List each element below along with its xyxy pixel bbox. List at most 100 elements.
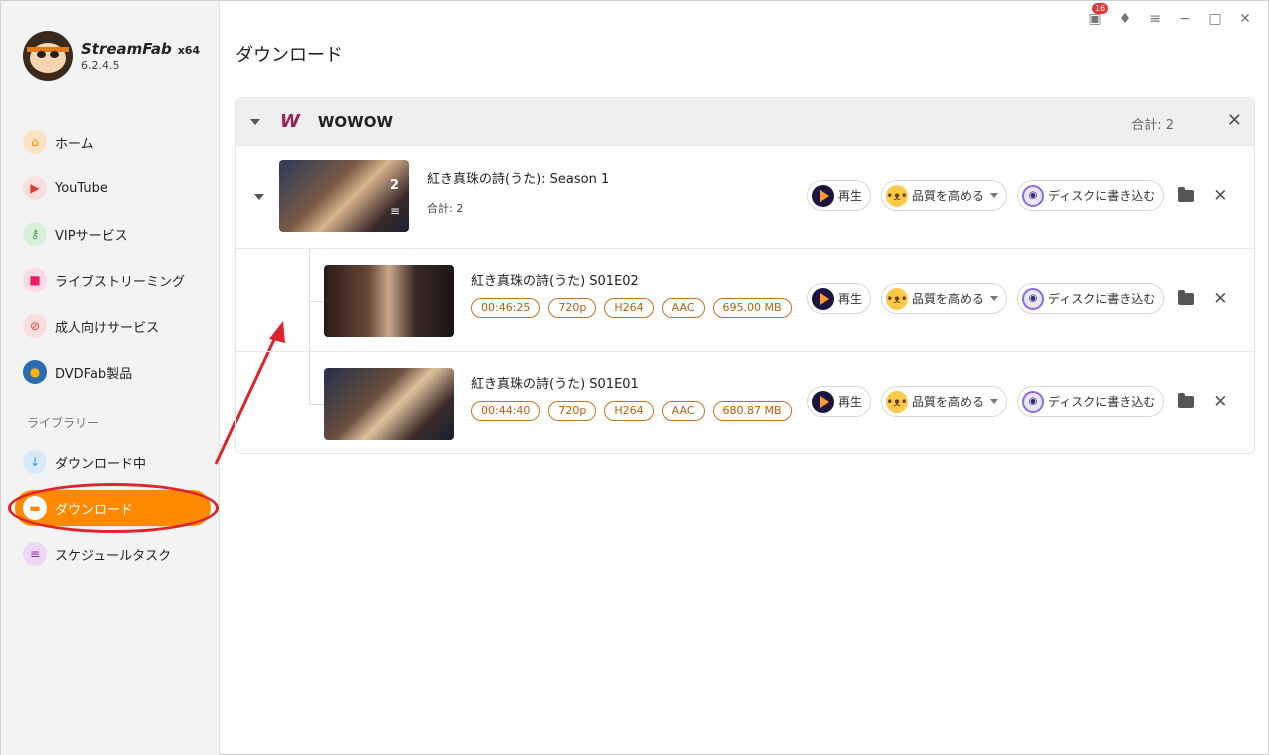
burn-disc-button[interactable]: ◉ ディスクに書き込む [1017,386,1165,417]
remove-icon[interactable]: ✕ [1213,289,1227,309]
gift-icon[interactable]: ▣ 16 [1086,3,1109,29]
wowow-logo-icon: W [280,111,300,132]
sidebar-item-label: 成人向けサービス [55,320,160,336]
cat-icon: •ᴥ• [886,390,909,413]
video-codec-tag: H264 [604,401,654,421]
notification-badge: 16 [1092,3,1109,14]
sidebar-item-downloading[interactable]: ↓ ダウンロード中 [15,439,211,485]
tree-line [309,404,324,405]
tree-line [309,352,310,405]
sidebar-item-label: VIPサービス [55,228,128,244]
play-icon [812,287,834,310]
episode-count: 2 [389,178,399,193]
enhance-label: 品質を高める [912,395,985,409]
sidebar-item-label: ライブストリーミング [55,274,186,290]
sidebar-item-schedule[interactable]: ≡ スケジュールタスク [15,531,211,577]
group-total: 合計: 2 [1131,118,1174,133]
sidebar-item-adult[interactable]: ⊘ 成人向けサービス [15,303,211,349]
collapse-caret-icon[interactable] [250,118,260,125]
disc-icon: ◉ [1022,390,1045,413]
burn-disc-button[interactable]: ◉ ディスクに書き込む [1017,180,1165,211]
brand-name: StreamFab [81,40,172,58]
sidebar: StreamFab x64 6.2.4.5 ⌂ ホーム ▶ YouTube ⚷ V… [1,1,220,755]
window-titlebar-controls: ▣ 16 ♦ ≡ − □ ✕ [1086,3,1254,29]
enhance-quality-button[interactable]: •ᴥ• 品質を高める [881,386,1008,417]
arch-label: x64 [177,44,201,57]
app-logo: StreamFab x64 6.2.4.5 [23,31,200,81]
sidebar-item-label: DVDFab製品 [55,366,133,382]
play-label: 再生 [838,395,863,409]
maximize-icon[interactable]: □ [1206,9,1224,29]
sidebar-item-label: YouTube [55,180,108,196]
season-thumbnail[interactable]: 2 ≡ [279,160,409,232]
play-button[interactable]: 再生 [807,283,872,314]
play-icon [812,184,834,207]
key-icon: ⚷ [23,222,47,246]
page-title: ダウンロード [235,45,343,66]
sidebar-item-label: ダウンロード中 [55,456,147,472]
audio-codec-tag: AAC [661,401,705,421]
video-codec-tag: H264 [604,298,654,318]
resolution-tag: 720p [548,401,597,421]
file-size-tag: 680.87 MB [712,401,792,421]
adult-icon: ⊘ [23,314,47,338]
tree-line [309,301,324,302]
service-name: WOWOW [317,112,393,131]
season-title: 紅き真珠の詩(うた): Season 1 [427,172,610,187]
open-folder-icon[interactable] [1178,392,1195,408]
play-button[interactable]: 再生 [807,180,872,211]
season-caret-icon[interactable] [254,194,264,200]
episode-actions: 再生 •ᴥ• 品質を高める ◉ ディスクに書き込む ✕ [807,386,1227,417]
shirt-icon[interactable]: ♦ [1116,9,1134,29]
burn-label: ディスクに書き込む [1048,395,1156,409]
burn-disc-button[interactable]: ◉ ディスクに書き込む [1017,283,1165,314]
version-label: 6.2.4.5 [81,59,120,72]
library-nav: ↓ ダウンロード中 ▬ ダウンロード ≡ スケジュールタスク [15,439,211,577]
group-close-icon[interactable]: ✕ [1227,110,1242,131]
disc-icon: ◉ [1022,287,1045,310]
duration-tag: 00:44:40 [471,401,541,421]
enhance-quality-button[interactable]: •ᴥ• 品質を高める [881,283,1008,314]
menu-icon[interactable]: ≡ [1146,9,1164,29]
sidebar-item-dvdfab[interactable]: ● DVDFab製品 [15,349,211,395]
dropdown-arrow-icon [990,193,999,198]
sidebar-item-label: ダウンロード [55,502,134,518]
dropdown-arrow-icon [990,399,999,404]
enhance-quality-button[interactable]: •ᴥ• 品質を高める [881,180,1008,211]
season-row: 2 ≡ 紅き真珠の詩(うた): Season 1 合計: 2 再生 •ᴥ• 品質を… [236,145,1254,248]
close-icon[interactable]: ✕ [1236,9,1254,29]
resolution-tag: 720p [548,298,597,318]
folder-icon: ▬ [23,496,47,520]
burn-label: ディスクに書き込む [1048,189,1156,203]
enhance-label: 品質を高める [912,292,985,306]
playlist-icon: ≡ [389,204,400,218]
episode-thumbnail[interactable] [324,368,454,440]
sidebar-item-home[interactable]: ⌂ ホーム [15,119,211,165]
play-icon [812,390,834,413]
open-folder-icon[interactable] [1178,186,1195,202]
episode-row: 紅き真珠の詩(うた) S01E02 00:46:25 720p H264 AAC… [236,248,1254,352]
open-folder-icon[interactable] [1178,289,1195,305]
episode-thumbnail[interactable] [324,265,454,337]
episode-title: 紅き真珠の詩(うた) S01E02 [471,274,639,289]
sidebar-item-youtube[interactable]: ▶ YouTube [15,165,211,211]
remove-icon[interactable]: ✕ [1213,392,1227,412]
sidebar-item-label: ホーム [55,136,94,152]
sidebar-item-live[interactable]: ■ ライブストリーミング [15,257,211,303]
disc-icon: ◉ [1022,184,1045,207]
remove-icon[interactable]: ✕ [1213,186,1227,206]
schedule-icon: ≡ [23,542,47,566]
cat-icon: •ᴥ• [886,184,909,207]
minimize-icon[interactable]: − [1176,9,1194,29]
play-button[interactable]: 再生 [807,386,872,417]
sidebar-item-vip[interactable]: ⚷ VIPサービス [15,211,211,257]
play-label: 再生 [838,189,863,203]
duration-tag: 00:46:25 [471,298,541,318]
episode-row: 紅き真珠の詩(うた) S01E01 00:44:40 720p H264 AAC… [236,351,1254,454]
sidebar-item-downloaded[interactable]: ▬ ダウンロード [15,490,211,526]
cat-icon: •ᴥ• [886,287,909,310]
episode-actions: 再生 •ᴥ• 品質を高める ◉ ディスクに書き込む ✕ [807,283,1227,314]
sidebar-nav: ⌂ ホーム ▶ YouTube ⚷ VIPサービス ■ ライブストリーミング ⊘… [15,119,211,395]
dropdown-arrow-icon [990,296,999,301]
season-total: 合計: 2 [427,202,464,215]
